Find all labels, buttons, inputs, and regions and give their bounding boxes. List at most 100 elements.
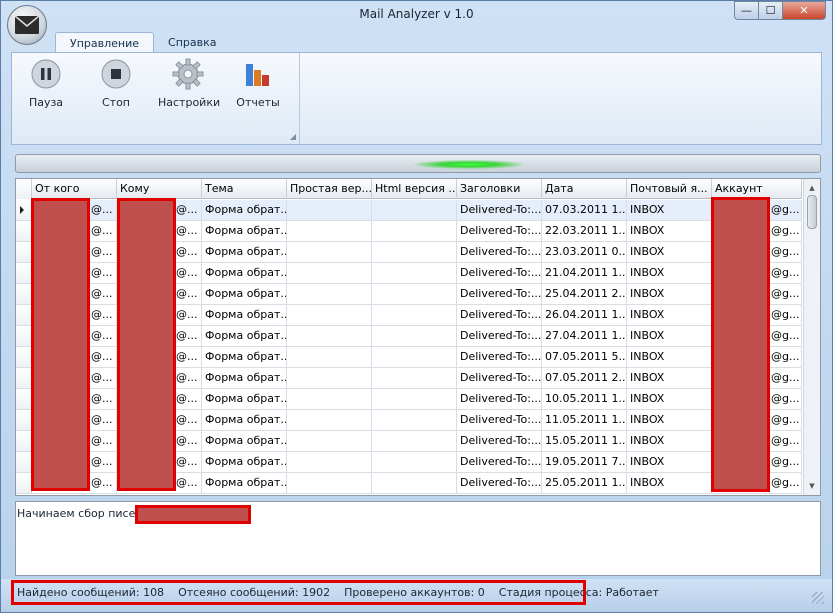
- resize-grip-icon[interactable]: [812, 592, 824, 604]
- cell-mailbox[interactable]: INBOX: [627, 452, 712, 472]
- column-header-html[interactable]: Html версия ...: [372, 179, 457, 199]
- cell-html[interactable]: [372, 263, 457, 283]
- cell-mailbox[interactable]: INBOX: [627, 431, 712, 451]
- row-header[interactable]: [16, 200, 32, 220]
- row-header[interactable]: [16, 431, 32, 451]
- column-header-headers[interactable]: Заголовки: [457, 179, 542, 199]
- maximize-button[interactable]: ☐: [758, 1, 782, 20]
- cell-date[interactable]: 07.03.2011 1...: [542, 200, 627, 220]
- cell-html[interactable]: [372, 200, 457, 220]
- cell-subject[interactable]: Форма обрат...: [202, 221, 287, 241]
- cell-html[interactable]: [372, 347, 457, 367]
- cell-subject[interactable]: Форма обрат...: [202, 284, 287, 304]
- cell-subject[interactable]: Форма обрат...: [202, 263, 287, 283]
- cell-headers[interactable]: Delivered-To:...: [457, 410, 542, 430]
- cell-html[interactable]: [372, 221, 457, 241]
- cell-html[interactable]: [372, 284, 457, 304]
- row-header[interactable]: [16, 347, 32, 367]
- tab-help[interactable]: Справка: [154, 32, 230, 54]
- cell-subject[interactable]: Форма обрат...: [202, 200, 287, 220]
- cell-headers[interactable]: Delivered-To:...: [457, 242, 542, 262]
- scroll-down-icon[interactable]: ▼: [804, 479, 820, 493]
- cell-headers[interactable]: Delivered-To:...: [457, 221, 542, 241]
- row-header[interactable]: [16, 263, 32, 283]
- cell-date[interactable]: 07.05.2011 2...: [542, 368, 627, 388]
- cell-plain[interactable]: [287, 200, 372, 220]
- cell-mailbox[interactable]: INBOX: [627, 326, 712, 346]
- row-header[interactable]: [16, 305, 32, 325]
- cell-mailbox[interactable]: INBOX: [627, 242, 712, 262]
- cell-date[interactable]: 11.05.2011 1...: [542, 410, 627, 430]
- cell-html[interactable]: [372, 326, 457, 346]
- cell-headers[interactable]: Delivered-To:...: [457, 305, 542, 325]
- group-launcher-icon[interactable]: ◢: [290, 132, 296, 141]
- cell-plain[interactable]: [287, 305, 372, 325]
- scroll-thumb[interactable]: [807, 195, 817, 229]
- cell-subject[interactable]: Форма обрат...: [202, 410, 287, 430]
- cell-date[interactable]: 10.05.2011 1...: [542, 389, 627, 409]
- column-header-subject[interactable]: Тема: [202, 179, 287, 199]
- cell-headers[interactable]: Delivered-To:...: [457, 473, 542, 493]
- cell-html[interactable]: [372, 452, 457, 472]
- log-panel[interactable]: Начинаем сбор писем с: [15, 501, 821, 576]
- column-header-to[interactable]: Кому: [117, 179, 202, 199]
- cell-subject[interactable]: Форма обрат...: [202, 452, 287, 472]
- cell-mailbox[interactable]: INBOX: [627, 263, 712, 283]
- cell-mailbox[interactable]: INBOX: [627, 368, 712, 388]
- cell-subject[interactable]: Форма обрат...: [202, 431, 287, 451]
- app-menu-button[interactable]: [7, 5, 47, 45]
- cell-date[interactable]: 22.03.2011 1...: [542, 221, 627, 241]
- row-header[interactable]: [16, 389, 32, 409]
- column-header-mailbox[interactable]: Почтовый я...: [627, 179, 712, 199]
- cell-subject[interactable]: Форма обрат...: [202, 347, 287, 367]
- cell-date[interactable]: 23.03.2011 0...: [542, 242, 627, 262]
- cell-plain[interactable]: [287, 431, 372, 451]
- cell-mailbox[interactable]: INBOX: [627, 347, 712, 367]
- cell-html[interactable]: [372, 368, 457, 388]
- row-header[interactable]: [16, 473, 32, 493]
- messages-grid[interactable]: От кого Кому Тема Простая вер... Html ве…: [15, 178, 821, 496]
- cell-subject[interactable]: Форма обрат...: [202, 242, 287, 262]
- row-header[interactable]: [16, 452, 32, 472]
- row-header[interactable]: [16, 368, 32, 388]
- cell-headers[interactable]: Delivered-To:...: [457, 284, 542, 304]
- cell-plain[interactable]: [287, 326, 372, 346]
- column-header-account[interactable]: Аккаунт: [712, 179, 802, 199]
- cell-headers[interactable]: Delivered-To:...: [457, 200, 542, 220]
- cell-plain[interactable]: [287, 263, 372, 283]
- cell-html[interactable]: [372, 410, 457, 430]
- cell-subject[interactable]: Форма обрат...: [202, 473, 287, 493]
- column-header-from[interactable]: От кого: [32, 179, 117, 199]
- cell-plain[interactable]: [287, 347, 372, 367]
- cell-mailbox[interactable]: INBOX: [627, 221, 712, 241]
- cell-mailbox[interactable]: INBOX: [627, 200, 712, 220]
- cell-headers[interactable]: Delivered-To:...: [457, 347, 542, 367]
- cell-subject[interactable]: Форма обрат...: [202, 326, 287, 346]
- minimize-button[interactable]: —: [734, 1, 758, 20]
- cell-html[interactable]: [372, 431, 457, 451]
- title-bar[interactable]: Mail Analyzer v 1.0 — ☐ ✕: [1, 1, 832, 45]
- cell-plain[interactable]: [287, 242, 372, 262]
- cell-html[interactable]: [372, 389, 457, 409]
- row-header[interactable]: [16, 242, 32, 262]
- settings-button[interactable]: Настройки: [158, 58, 220, 114]
- cell-subject[interactable]: Форма обрат...: [202, 389, 287, 409]
- cell-date[interactable]: 19.05.2011 7...: [542, 452, 627, 472]
- reports-button[interactable]: Отчеты: [228, 58, 288, 114]
- cell-date[interactable]: 15.05.2011 1...: [542, 431, 627, 451]
- cell-mailbox[interactable]: INBOX: [627, 305, 712, 325]
- row-header[interactable]: [16, 284, 32, 304]
- stop-button[interactable]: Стоп: [86, 58, 146, 114]
- cell-plain[interactable]: [287, 284, 372, 304]
- cell-mailbox[interactable]: INBOX: [627, 410, 712, 430]
- cell-subject[interactable]: Форма обрат...: [202, 368, 287, 388]
- cell-date[interactable]: 25.05.2011 1...: [542, 473, 627, 493]
- cell-headers[interactable]: Delivered-To:...: [457, 263, 542, 283]
- cell-html[interactable]: [372, 242, 457, 262]
- close-button[interactable]: ✕: [782, 1, 826, 20]
- row-header[interactable]: [16, 221, 32, 241]
- pause-button[interactable]: Пауза: [16, 58, 76, 114]
- cell-mailbox[interactable]: INBOX: [627, 284, 712, 304]
- tab-management[interactable]: Управление: [55, 32, 155, 54]
- cell-html[interactable]: [372, 305, 457, 325]
